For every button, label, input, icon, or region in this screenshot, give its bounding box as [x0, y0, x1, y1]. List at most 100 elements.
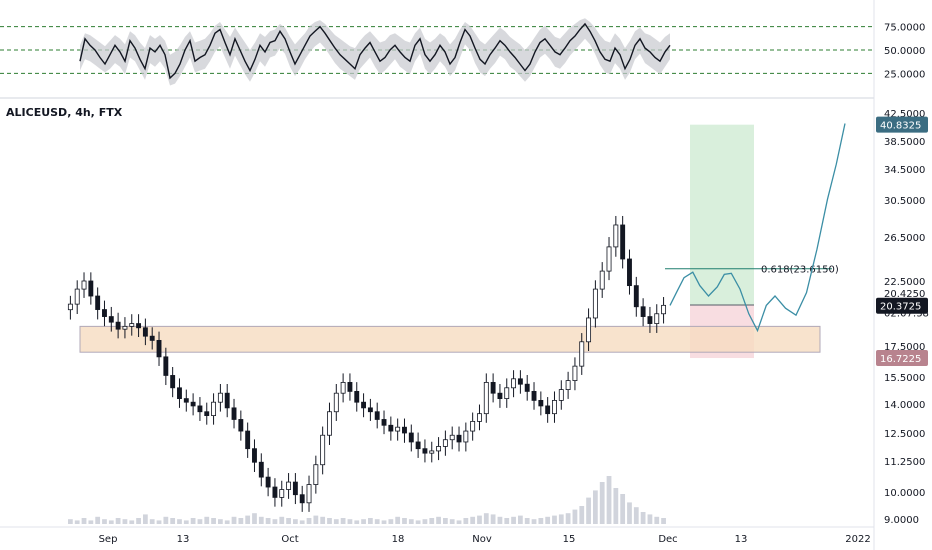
price-y-tick-label: 10.0000	[884, 488, 925, 499]
time-axis-label: 13	[735, 534, 748, 545]
candle-body	[115, 321, 121, 330]
volume-bar	[272, 519, 278, 524]
candle-body	[490, 381, 496, 394]
volume-bar	[149, 519, 155, 524]
stop-price-tag: 16.7225	[880, 354, 921, 365]
candle-body	[272, 486, 278, 498]
candle-body	[606, 246, 612, 272]
candle-body	[449, 434, 455, 441]
candle-body	[163, 356, 169, 376]
candle-body	[183, 398, 189, 403]
volume-bar	[443, 518, 448, 524]
volume-bar	[81, 518, 87, 524]
volume-bar	[497, 516, 503, 524]
candle-body	[327, 411, 332, 436]
candle-body	[108, 316, 114, 323]
candle-body	[238, 419, 244, 432]
time-axis-label: 13	[177, 534, 190, 545]
volume-bar	[122, 519, 128, 524]
volume-bar	[74, 520, 80, 524]
candle-body	[408, 432, 414, 443]
candle-body	[74, 288, 80, 305]
volume-bar	[177, 519, 182, 524]
candle-body	[170, 375, 176, 389]
volume-bar	[102, 519, 107, 524]
candle-body	[190, 401, 196, 407]
price-y-tick-label: 15.5000	[884, 373, 925, 384]
volume-bar	[286, 518, 291, 524]
volume-bar	[190, 518, 196, 524]
volume-bar	[524, 518, 530, 524]
candle-body	[354, 390, 360, 403]
volume-bar	[565, 513, 571, 524]
candle-body	[340, 381, 346, 394]
price-y-tick-label: 9.0000	[884, 515, 919, 526]
volume-bar	[211, 518, 216, 524]
volume-bar	[620, 494, 626, 524]
candle-body	[292, 481, 298, 496]
candle-body	[258, 461, 264, 478]
candle-body	[633, 285, 639, 308]
candle-body	[552, 399, 557, 415]
candle-body	[661, 304, 667, 315]
candle-body	[402, 426, 407, 434]
volume-bar	[245, 515, 251, 524]
volume-bar	[347, 519, 353, 524]
candle-body	[497, 392, 503, 400]
candle-body	[463, 430, 469, 443]
candle-body	[620, 224, 626, 260]
volume-bar	[511, 516, 516, 524]
candle-body	[524, 383, 530, 392]
candle-body	[565, 380, 571, 391]
price-y-tick-label: 11.2500	[884, 457, 925, 468]
volume-bar	[340, 518, 346, 524]
volume-bar	[456, 520, 462, 524]
volume-bar	[299, 520, 305, 524]
candle-body	[129, 323, 135, 327]
candle-body	[211, 401, 217, 417]
volume-bar	[654, 516, 660, 524]
volume-bar	[627, 502, 632, 524]
volume-bar	[429, 518, 435, 524]
candle-body	[436, 446, 442, 452]
rsi-y-ticks: 75.0000 50.0000 25.0000	[884, 23, 925, 81]
volume-bar	[545, 516, 551, 524]
volume-bar	[293, 519, 298, 524]
candle-body	[149, 335, 155, 341]
candle-body	[88, 280, 94, 297]
candle-body	[511, 378, 517, 389]
price-y-tick-label: 14.0000	[884, 400, 925, 411]
candle-body	[81, 280, 87, 290]
price-y-tick-label: 38.5000	[884, 137, 925, 148]
volume-bar	[470, 516, 476, 524]
volume-bar	[224, 520, 230, 524]
volume-bar	[204, 516, 210, 524]
volume-bar	[422, 519, 428, 524]
candle-body	[142, 327, 148, 337]
price-y-tick-label: 30.5000	[884, 196, 925, 207]
volume-bar	[593, 490, 598, 524]
symbol-title: ALICEUSD, 4h, FTX	[6, 106, 123, 119]
candle-body	[647, 316, 653, 324]
candle-body	[627, 258, 632, 287]
volume-bar	[572, 509, 578, 524]
chart-canvas[interactable]: 75.000050.000025.0000 ALICEUSD, 4h, FTX …	[0, 0, 932, 550]
candle-body	[538, 399, 544, 407]
volume-bar	[483, 513, 489, 524]
volume-bar	[538, 518, 544, 524]
rsi-y-tick-label: 25.0000	[884, 69, 925, 80]
candle-body	[422, 448, 428, 454]
candle-body	[245, 430, 251, 450]
volume-bar	[477, 515, 482, 524]
support-zone[interactable]	[79, 325, 821, 353]
volume-bar	[183, 520, 189, 524]
candle-body	[517, 378, 523, 385]
volume-bar	[531, 519, 537, 524]
volume-bar	[354, 520, 360, 524]
candle-body	[299, 494, 305, 504]
volume-bar	[463, 518, 469, 524]
volume-bar	[518, 515, 523, 524]
volume-bar	[661, 518, 666, 524]
candle-body	[504, 387, 510, 399]
time-axis-label: 18	[392, 534, 405, 545]
